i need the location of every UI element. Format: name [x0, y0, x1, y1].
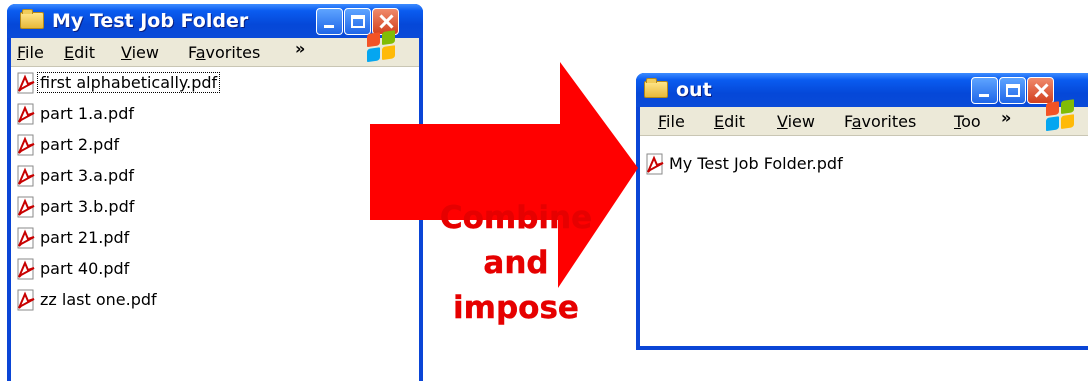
- menu-favorites[interactable]: Favorites: [188, 43, 260, 62]
- right-menubar: File Edit View Favorites Too »: [640, 107, 1088, 136]
- left-window: My Test Job Folder File Edit View Favori…: [7, 4, 423, 381]
- menu-overflow-chevron[interactable]: »: [295, 39, 305, 58]
- minimize-icon: [324, 25, 334, 28]
- menu-overflow-chevron[interactable]: »: [1001, 108, 1011, 127]
- windows-logo-icon: [367, 30, 397, 64]
- pdf-file-icon: [17, 72, 35, 94]
- menu-favorites[interactable]: Favorites: [844, 112, 916, 131]
- pdf-file-icon: [17, 165, 35, 187]
- close-button[interactable]: [1027, 77, 1054, 104]
- annotation-line-2: and: [483, 245, 549, 281]
- minimize-icon: [979, 94, 989, 97]
- menu-tools[interactable]: Too: [954, 112, 981, 131]
- maximize-icon: [1006, 84, 1020, 97]
- menu-file[interactable]: File: [17, 43, 44, 62]
- pdf-file-icon: [17, 196, 35, 218]
- folder-icon: [20, 9, 44, 29]
- maximize-button[interactable]: [344, 8, 371, 35]
- right-file-list: My Test Job Folder.pdf: [640, 136, 1088, 346]
- annotation-line-3: impose: [453, 290, 579, 326]
- maximize-button[interactable]: [999, 77, 1026, 104]
- window-title: My Test Job Folder: [52, 10, 249, 32]
- menu-file[interactable]: File: [658, 112, 685, 131]
- maximize-icon: [351, 15, 365, 28]
- minimize-button[interactable]: [971, 77, 998, 104]
- right-window: out File Edit View Favorites Too » My Te…: [636, 73, 1088, 350]
- windows-logo-icon: [1046, 99, 1076, 133]
- annotation-line-1: Combine: [439, 200, 593, 236]
- menu-view[interactable]: View: [777, 112, 815, 131]
- menu-view[interactable]: View: [121, 43, 159, 62]
- annotation-label: Combine and impose: [426, 196, 606, 331]
- menu-edit[interactable]: Edit: [714, 112, 745, 131]
- left-window-titlebar[interactable]: My Test Job Folder: [7, 4, 423, 38]
- pdf-file-icon: [17, 227, 35, 249]
- pdf-file-icon: [17, 258, 35, 280]
- left-file-list: first alphabetically.pdf part 1.a.pdf pa…: [11, 67, 419, 381]
- window-title: out: [676, 79, 712, 101]
- menu-edit[interactable]: Edit: [64, 43, 95, 62]
- pdf-file-icon: [17, 289, 35, 311]
- right-window-titlebar[interactable]: out: [636, 73, 1088, 107]
- close-icon: [1028, 78, 1053, 103]
- pdf-file-icon: [17, 103, 35, 125]
- pdf-file-icon: [17, 134, 35, 156]
- minimize-button[interactable]: [316, 8, 343, 35]
- left-menubar: File Edit View Favorites »: [11, 38, 419, 67]
